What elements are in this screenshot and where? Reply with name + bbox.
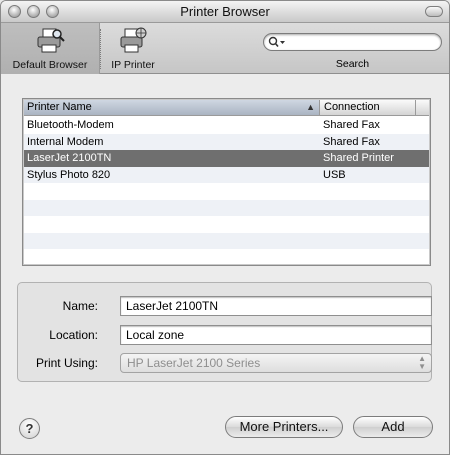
table-row-empty (24, 232, 429, 249)
printer-list[interactable]: Printer Name ▲ Connection Bluetooth-Mode… (22, 98, 431, 266)
search-icon (268, 36, 285, 48)
column-header-spacer (417, 100, 429, 115)
table-row-empty (24, 216, 429, 233)
printer-browser-window: Printer Browser Default Browser IP Print… (0, 0, 450, 455)
default-browser-button[interactable]: Default Browser (1, 23, 100, 74)
name-field[interactable] (120, 296, 432, 316)
location-label: Location: (49, 328, 98, 342)
help-button[interactable]: ? (19, 418, 40, 439)
default-browser-label: Default Browser (12, 59, 88, 71)
printer-name-cell: Stylus Photo 820 (27, 168, 111, 181)
printer-magnifier-icon (37, 28, 65, 53)
connection-cell: Shared Fax (323, 135, 380, 148)
search-input[interactable] (288, 35, 438, 49)
title-bar: Printer Browser (1, 1, 449, 23)
help-icon: ? (25, 421, 34, 436)
table-row-empty (24, 199, 429, 216)
table-row[interactable]: Bluetooth-Modem Shared Fax (24, 117, 429, 134)
table-row[interactable]: Stylus Photo 820 USB (24, 166, 429, 183)
printer-details-group: Name: Location: Print Using: HP LaserJet… (17, 282, 432, 382)
column-header-printer-name[interactable]: Printer Name ▲ (24, 100, 320, 115)
more-printers-button[interactable]: More Printers... (225, 416, 343, 438)
toolbar-separator (100, 29, 101, 69)
up-down-arrows-icon: ▲ ▼ (418, 354, 426, 371)
ip-printer-button[interactable]: IP Printer (102, 23, 164, 74)
window-title: Printer Browser (180, 4, 270, 19)
network-printer-icon (120, 27, 147, 53)
search-label: Search (335, 58, 370, 70)
add-button[interactable]: Add (353, 416, 433, 438)
name-label: Name: (62, 299, 98, 313)
connection-cell: Shared Fax (323, 119, 380, 131)
table-row-empty (24, 183, 429, 200)
print-using-popup[interactable]: HP LaserJet 2100 Series ▲ ▼ (120, 353, 432, 373)
table-row-empty (24, 249, 429, 266)
sort-ascending-icon: ▲ (306, 102, 315, 112)
search-field[interactable] (263, 33, 442, 51)
location-field[interactable] (120, 325, 432, 345)
printer-name-cell: LaserJet 2100TN (27, 152, 112, 164)
print-using-value: HP LaserJet 2100 Series (127, 356, 261, 370)
toolbar: Default Browser IP Printer Search (1, 23, 449, 74)
printer-rows: Bluetooth-Modem Shared Fax Internal Mode… (24, 117, 429, 266)
list-header: Printer Name ▲ Connection (24, 100, 429, 116)
connection-cell: Shared Printer (323, 152, 394, 164)
connection-cell: USB (323, 168, 346, 181)
table-row-selected[interactable]: LaserJet 2100TN Shared Printer (24, 150, 429, 167)
table-row[interactable]: Internal Modem Shared Fax (24, 133, 429, 150)
printer-name-cell: Internal Modem (27, 135, 104, 148)
print-using-label: Print Using: (35, 356, 98, 370)
printer-name-cell: Bluetooth-Modem (27, 119, 114, 131)
column-header-connection[interactable]: Connection (321, 100, 416, 115)
toolbar-toggle-button[interactable] (425, 6, 443, 17)
ip-printer-label: IP Printer (111, 59, 155, 71)
